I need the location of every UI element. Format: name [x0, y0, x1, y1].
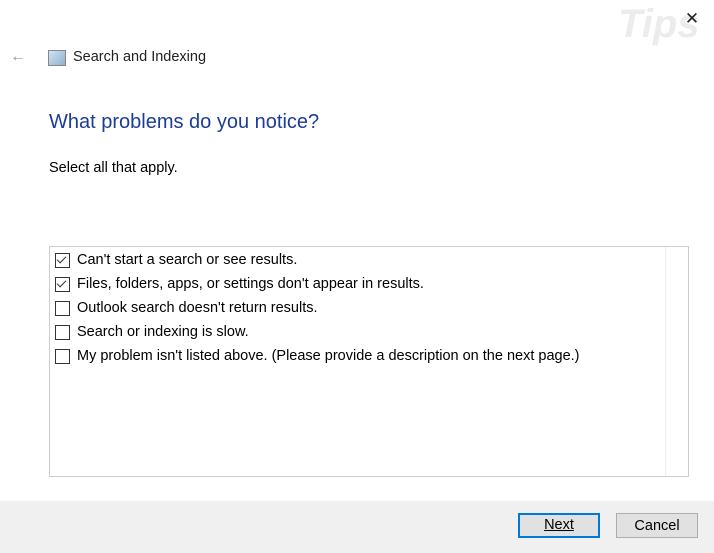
problem-list: Can't start a search or see results. File…: [49, 246, 689, 477]
close-button[interactable]: ✕: [680, 8, 704, 30]
option-label: Outlook search doesn't return results.: [77, 300, 318, 316]
list-scrollbar[interactable]: [665, 247, 688, 476]
problem-option[interactable]: My problem isn't listed above. (Please p…: [55, 345, 580, 367]
page-heading: What problems do you notice?: [49, 111, 320, 133]
option-label: Search or indexing is slow.: [77, 324, 249, 340]
checkbox[interactable]: [55, 348, 70, 364]
next-label: Next: [544, 517, 574, 533]
back-button[interactable]: ←: [10, 48, 26, 66]
window-title: Search and Indexing: [73, 49, 207, 65]
next-button[interactable]: Next: [518, 513, 600, 538]
option-label: Files, folders, apps, or settings don't …: [77, 276, 424, 292]
checkbox[interactable]: [55, 252, 70, 268]
option-label: Can't start a search or see results.: [77, 252, 298, 268]
problem-option[interactable]: Search or indexing is slow.: [55, 321, 249, 343]
close-icon: ✕: [684, 9, 700, 28]
checkbox[interactable]: [55, 300, 70, 316]
checkbox[interactable]: [55, 324, 70, 340]
problem-option[interactable]: Outlook search doesn't return results.: [55, 297, 318, 319]
footer-bar: [0, 501, 714, 553]
checkbox[interactable]: [55, 276, 70, 292]
option-label: My problem isn't listed above. (Please p…: [77, 348, 580, 364]
search-indexing-icon: [48, 50, 66, 66]
instruction-text: Select all that apply.: [49, 160, 178, 176]
problem-option[interactable]: Can't start a search or see results.: [55, 249, 297, 271]
cancel-button[interactable]: Cancel: [616, 513, 698, 538]
problem-option[interactable]: Files, folders, apps, or settings don't …: [55, 273, 424, 295]
back-arrow-icon: ←: [10, 48, 26, 65]
